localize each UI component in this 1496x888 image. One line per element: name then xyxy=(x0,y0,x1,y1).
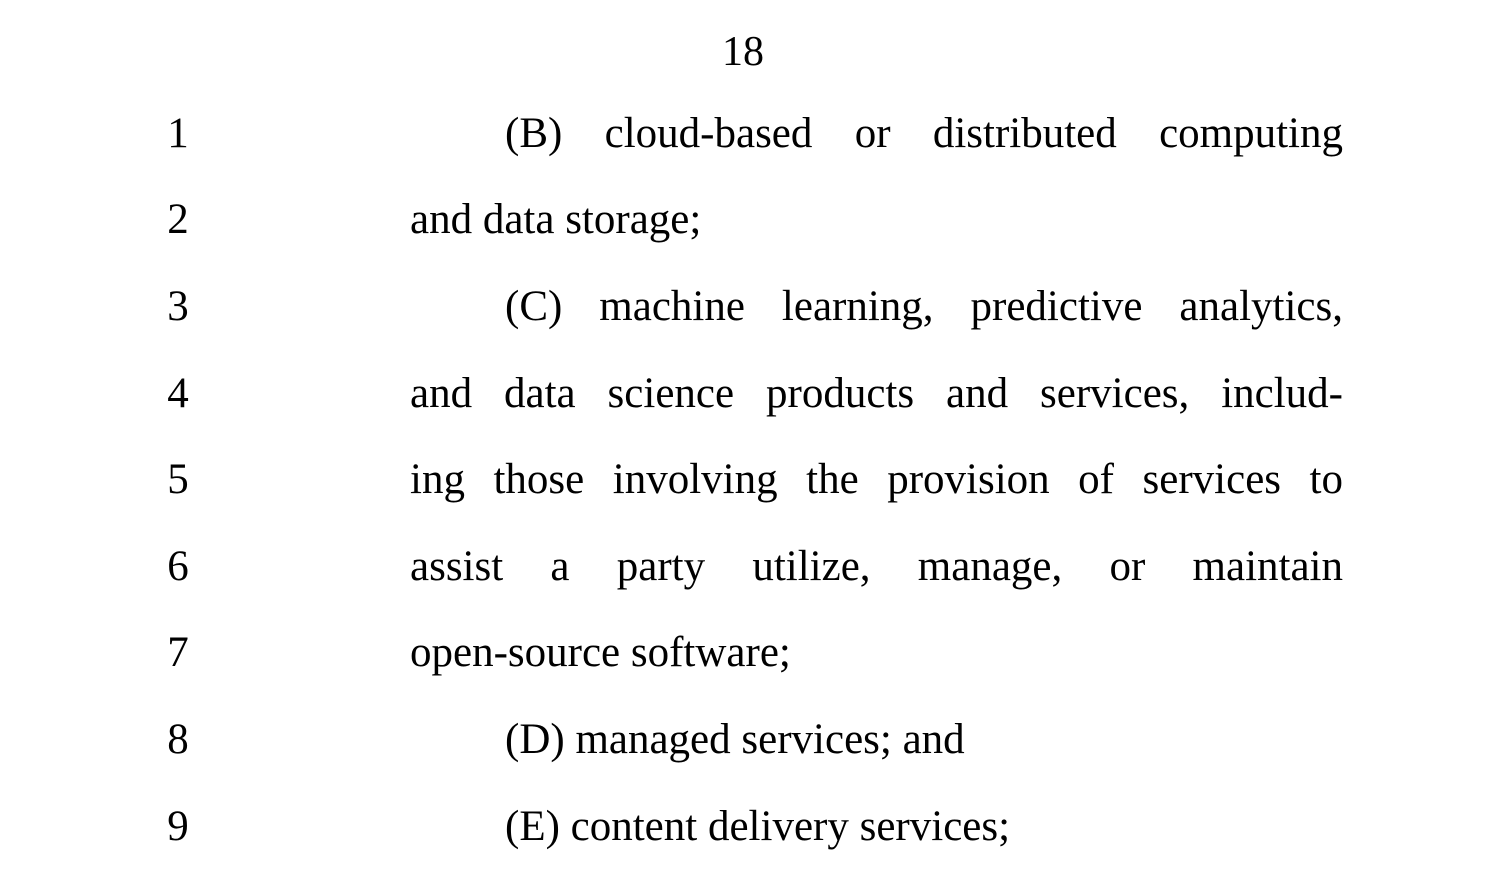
line-text: (B) cloud-based or distributed computing xyxy=(505,110,1343,157)
document-line: 8 (D) managed services; and xyxy=(0,710,1496,770)
document-line: 4 and data science products and services… xyxy=(0,364,1496,424)
line-number: 2 xyxy=(167,196,189,243)
line-text: open-source software; xyxy=(410,629,791,676)
line-number: 1 xyxy=(167,110,189,157)
line-text: (E) content delivery services; xyxy=(505,803,1011,850)
line-text: and data science products and services, … xyxy=(410,370,1343,417)
document-line: 6 assist a party utilize, manage, or mai… xyxy=(0,537,1496,597)
document-line: 3 (C) machine learning, predictive analy… xyxy=(0,277,1496,337)
document-line: 1 (B) cloud-based or distributed computi… xyxy=(0,104,1496,164)
line-text: and data storage; xyxy=(410,196,702,243)
line-text: (D) managed services; and xyxy=(505,716,965,763)
document-line: 9 (E) content delivery services; xyxy=(0,797,1496,857)
page-number: 18 xyxy=(722,29,764,75)
document-line: 2 and data storage; xyxy=(0,190,1496,250)
line-number: 9 xyxy=(167,803,189,850)
line-number: 5 xyxy=(167,456,189,503)
line-number: 4 xyxy=(167,370,189,417)
line-text: ing those involving the provision of ser… xyxy=(410,456,1343,503)
document-line: 5 ing those involving the provision of s… xyxy=(0,450,1496,510)
line-text: assist a party utilize, manage, or maint… xyxy=(410,543,1343,590)
line-number: 6 xyxy=(167,543,189,590)
document-line: 7 open-source software; xyxy=(0,623,1496,683)
line-number: 3 xyxy=(167,283,189,330)
line-text: (C) machine learning, predictive analyti… xyxy=(505,283,1343,330)
line-number: 8 xyxy=(167,716,189,763)
line-number: 7 xyxy=(167,629,189,676)
